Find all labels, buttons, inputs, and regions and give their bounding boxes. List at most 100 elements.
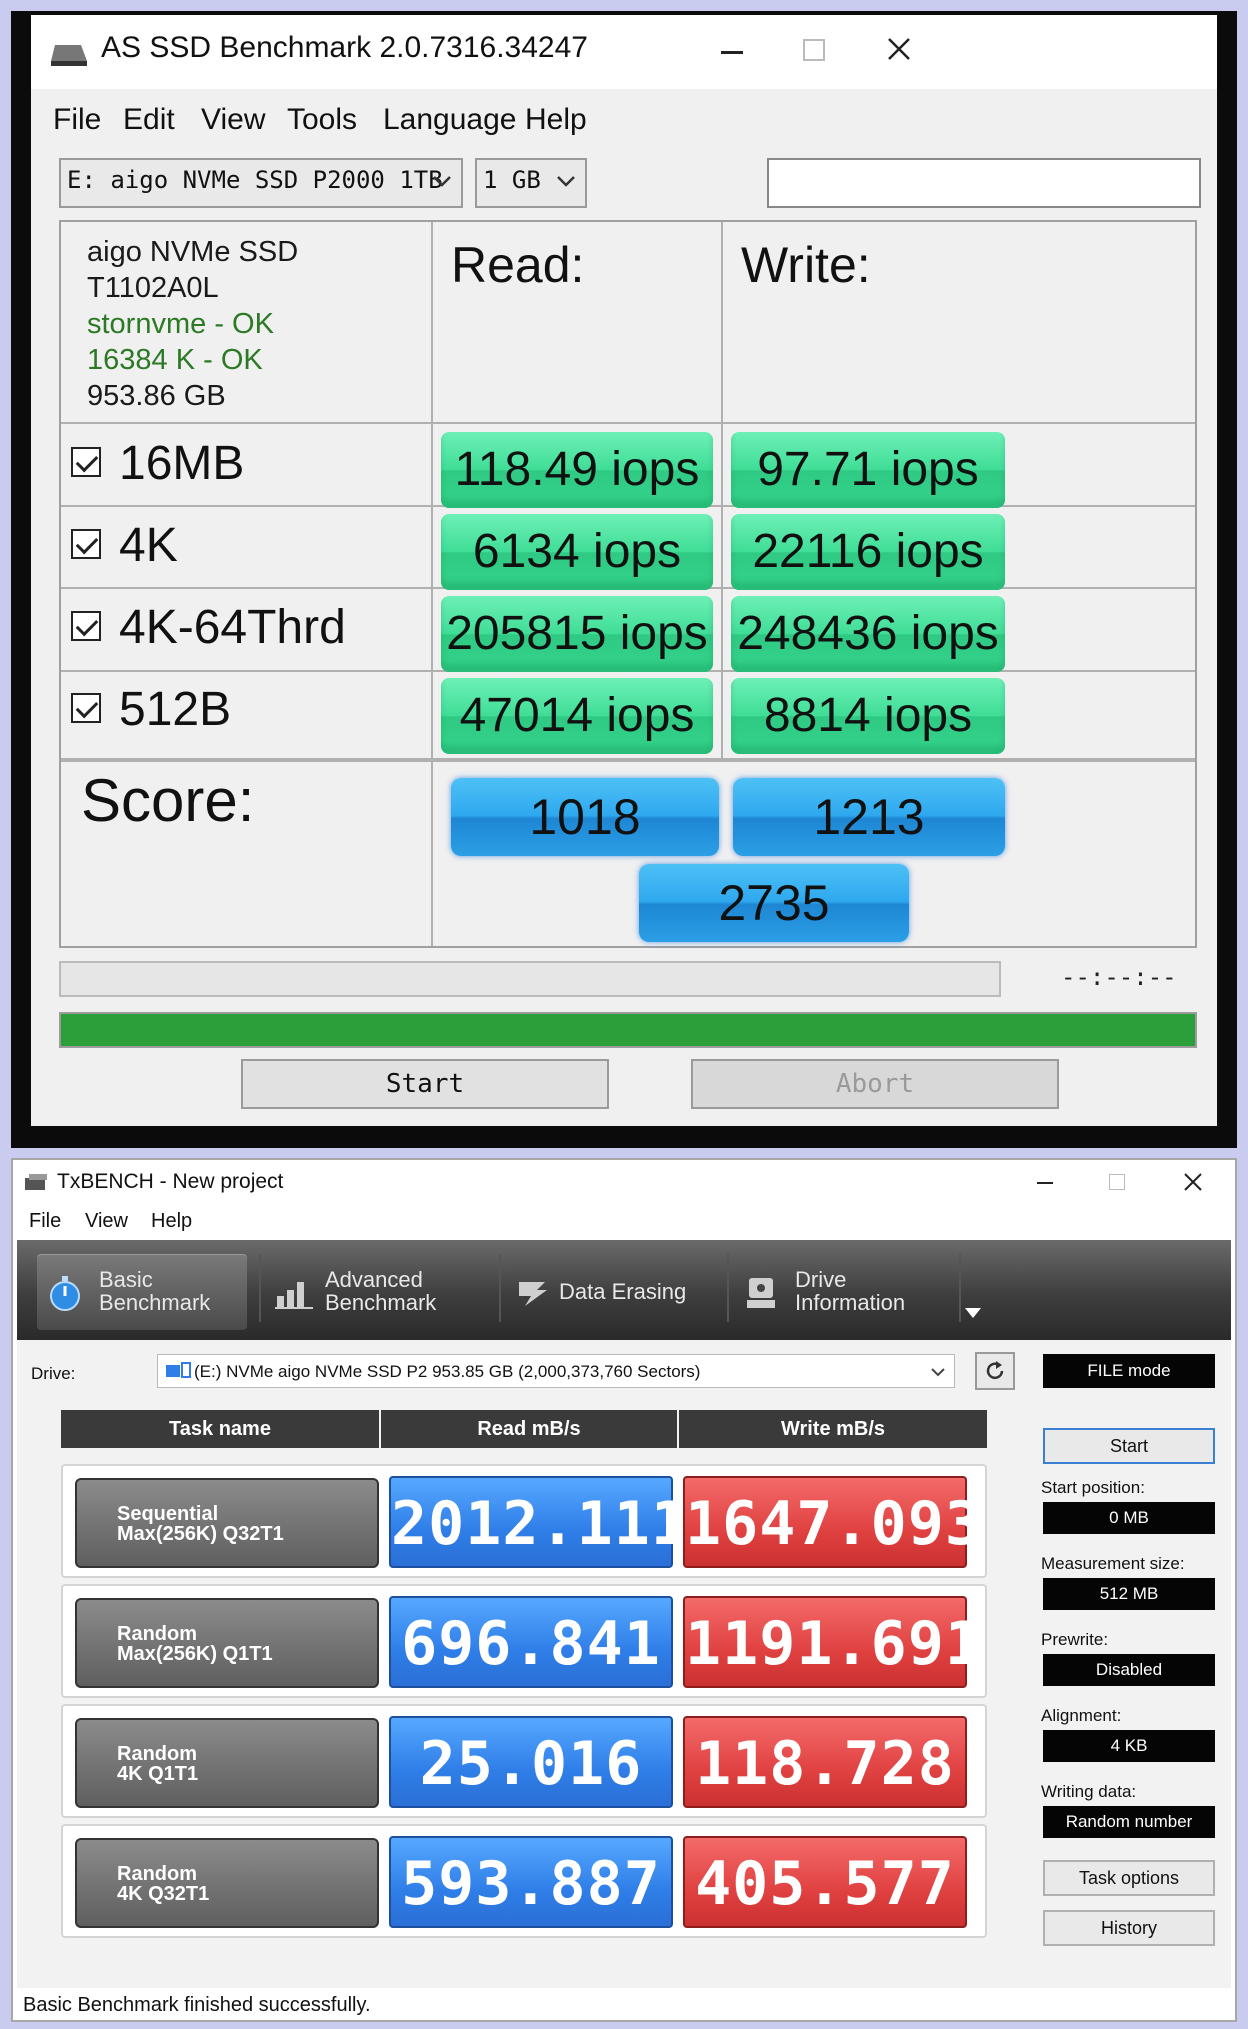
alignment-status: 16384 K - OK	[87, 344, 263, 376]
abort-button[interactable]: Abort	[691, 1059, 1059, 1109]
write-value: 1191.691	[683, 1596, 981, 1688]
maximize-button[interactable]	[803, 39, 825, 61]
size-select[interactable]: 1 GB	[475, 158, 587, 208]
tab-data-erasing[interactable]: Data Erasing	[509, 1254, 719, 1330]
close-icon[interactable]	[887, 37, 911, 61]
txbench-window: TxBENCH - New project File View Help Bas…	[11, 1158, 1237, 2022]
asssd-window-frame: AS SSD Benchmark 2.0.7316.34247 File Edi…	[11, 11, 1237, 1148]
drive-select[interactable]: (E:) NVMe aigo NVMe SSD P2 953.85 GB (2,…	[157, 1354, 955, 1388]
asssd-window: AS SSD Benchmark 2.0.7316.34247 File Edi…	[31, 15, 1217, 1126]
task-button[interactable]: Sequential Max(256K) Q32T1	[75, 1478, 379, 1568]
read-result: 205815 iops	[441, 596, 713, 672]
drive-firmware: T1102A0L	[87, 272, 219, 304]
elapsed-timer: --:--:--	[1061, 963, 1177, 991]
ssd-app-icon	[51, 45, 87, 66]
drive-select-value: (E:) NVMe aigo NVMe SSD P2 953.85 GB (2,…	[194, 1362, 701, 1381]
file-mode-indicator[interactable]: FILE mode	[1043, 1354, 1215, 1388]
test-row-4k-64thrd[interactable]: 4K-64Thrd	[71, 600, 346, 655]
close-icon[interactable]	[1183, 1172, 1203, 1192]
test-row-4k[interactable]: 4K	[71, 518, 178, 573]
score-label: Score:	[81, 767, 255, 834]
start-position-field[interactable]: 0 MB	[1043, 1502, 1215, 1534]
tab-line2: Benchmark	[325, 1290, 437, 1315]
task-line1: Random	[117, 1863, 197, 1885]
chevron-down-icon	[433, 176, 451, 187]
maximize-button[interactable]	[1109, 1174, 1125, 1190]
test-progress-bar	[59, 961, 1001, 997]
drive-capacity: 953.86 GB	[87, 380, 226, 412]
score-total: 2735	[639, 864, 909, 942]
score-write: 1213	[733, 778, 1005, 856]
result-row: Random Max(256K) Q1T1 696.841 1191.691	[61, 1584, 987, 1698]
overall-progress-bar	[59, 1012, 1197, 1048]
read-result: 118.49 iops	[441, 432, 713, 508]
chevron-down-icon	[931, 1368, 945, 1377]
checkbox-checked-icon[interactable]	[71, 529, 101, 560]
read-result: 47014 iops	[441, 678, 713, 754]
task-line2: Max(256K) Q1T1	[117, 1643, 273, 1665]
column-header-read: Read mB/s	[381, 1410, 677, 1448]
tab-basic-benchmark[interactable]: Basic Benchmark	[37, 1254, 247, 1330]
tab-line2: Benchmark	[99, 1290, 211, 1315]
result-row: Random 4K Q1T1 25.016 118.728	[61, 1704, 987, 1818]
menu-file[interactable]: File	[53, 103, 101, 137]
menu-help[interactable]: Help	[525, 103, 587, 137]
task-line1: Random	[117, 1743, 197, 1765]
checkbox-checked-icon[interactable]	[71, 447, 101, 478]
read-header: Read:	[451, 237, 585, 293]
write-result: 97.71 iops	[731, 432, 1005, 508]
driver-status: stornvme - OK	[87, 308, 274, 340]
tab-line1: Data Erasing	[559, 1279, 687, 1304]
write-value: 1647.093	[683, 1476, 981, 1568]
menu-help[interactable]: Help	[151, 1210, 192, 1233]
menu-edit[interactable]: Edit	[123, 103, 175, 137]
tab-line2: Information	[795, 1290, 906, 1315]
eraser-icon	[519, 1282, 547, 1306]
caret-down-icon[interactable]	[963, 1306, 983, 1320]
start-button[interactable]: Start	[241, 1059, 609, 1109]
task-button[interactable]: Random 4K Q1T1	[75, 1718, 379, 1808]
menu-view[interactable]: View	[85, 1210, 128, 1233]
test-label: 4K	[119, 519, 178, 572]
history-button[interactable]: History	[1043, 1910, 1215, 1946]
menubar: File Edit View Tools Language Help	[31, 89, 1217, 151]
refresh-button[interactable]	[975, 1352, 1015, 1390]
drive-select-value: E: aigo NVMe SSD P2000 1TB	[67, 166, 443, 194]
menu-view[interactable]: View	[201, 103, 265, 137]
minimize-button[interactable]	[721, 51, 743, 54]
tab-line1: Drive	[795, 1267, 847, 1292]
tab-line1: Basic	[99, 1267, 153, 1292]
read-value: 593.887	[389, 1836, 673, 1928]
result-row: Sequential Max(256K) Q32T1 2012.111 1647.…	[61, 1464, 987, 1578]
task-line1: Random	[117, 1623, 197, 1645]
alignment-field[interactable]: 4 KB	[1043, 1730, 1215, 1762]
task-button[interactable]: Random Max(256K) Q1T1	[75, 1598, 379, 1688]
menu-language[interactable]: Language	[383, 103, 516, 137]
chevron-down-icon	[557, 176, 575, 187]
tab-line1: Advanced	[325, 1267, 423, 1292]
test-row-512b[interactable]: 512B	[71, 682, 231, 737]
window-title: AS SSD Benchmark 2.0.7316.34247	[101, 31, 588, 64]
test-row-16mb[interactable]: 16MB	[71, 436, 244, 491]
task-line1: Sequential	[117, 1503, 219, 1525]
task-options-button[interactable]: Task options	[1043, 1860, 1215, 1896]
measurement-size-field[interactable]: 512 MB	[1043, 1578, 1215, 1610]
column-header-task: Task name	[61, 1410, 379, 1448]
start-button[interactable]: Start	[1043, 1428, 1215, 1464]
tab-advanced-benchmark[interactable]: Advanced Benchmark	[267, 1254, 497, 1330]
prewrite-field[interactable]: Disabled	[1043, 1654, 1215, 1686]
minimize-button[interactable]	[1037, 1182, 1053, 1184]
test-label: 16MB	[119, 437, 245, 490]
read-result: 6134 iops	[441, 514, 713, 590]
checkbox-checked-icon[interactable]	[71, 693, 101, 724]
task-button[interactable]: Random 4K Q32T1	[75, 1838, 379, 1928]
menu-file[interactable]: File	[29, 1210, 61, 1233]
checkbox-checked-icon[interactable]	[71, 611, 101, 642]
drive-select[interactable]: E: aigo NVMe SSD P2000 1TB	[59, 158, 463, 208]
write-result: 8814 iops	[731, 678, 1005, 754]
score-read: 1018	[451, 778, 719, 856]
tab-drive-information[interactable]: Drive Information	[737, 1254, 957, 1330]
write-value: 118.728	[683, 1716, 967, 1808]
writing-data-field[interactable]: Random number	[1043, 1806, 1215, 1838]
menu-tools[interactable]: Tools	[287, 103, 357, 137]
